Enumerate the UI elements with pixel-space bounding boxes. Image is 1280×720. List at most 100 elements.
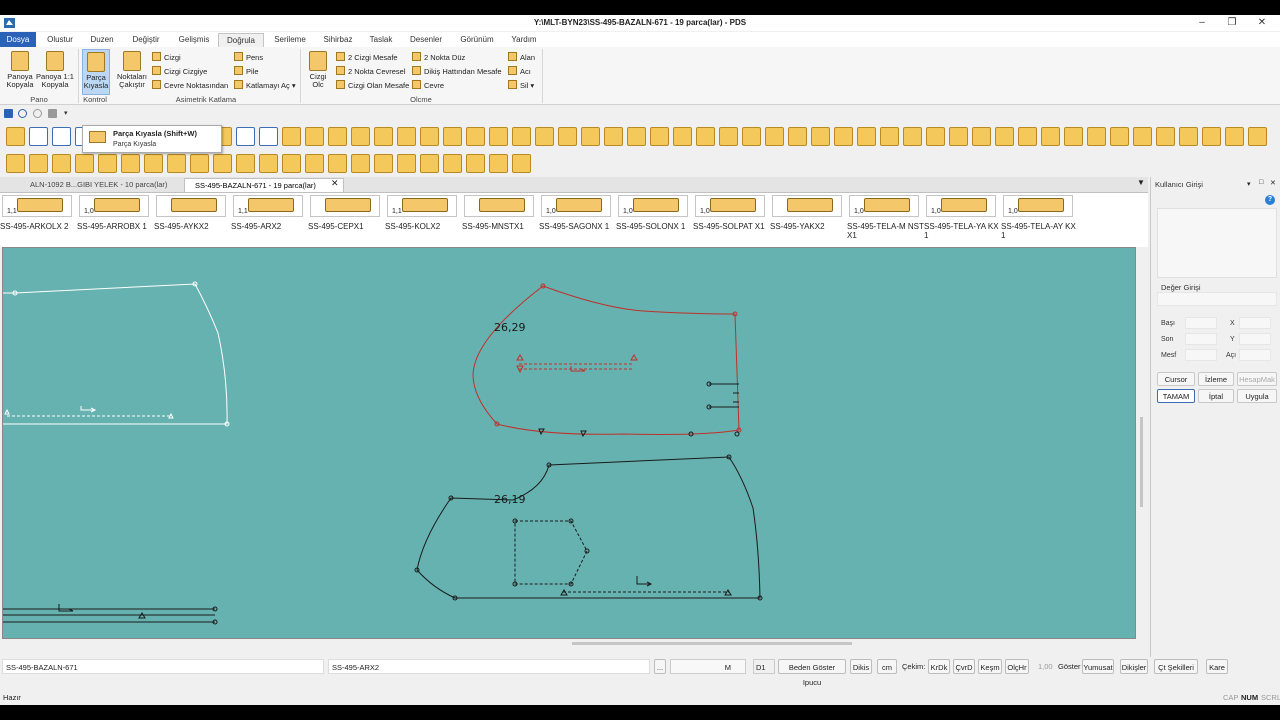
- angle-button[interactable]: Acı: [508, 65, 531, 78]
- toolbar-tool-icon[interactable]: [29, 127, 48, 146]
- toolbar-tool-icon[interactable]: [949, 127, 968, 146]
- area-button[interactable]: Alan: [508, 51, 535, 64]
- panel-dropdown-icon[interactable]: ▾: [1247, 180, 1251, 188]
- toolbar-tool-icon[interactable]: [811, 127, 830, 146]
- toolbar-tool-icon[interactable]: [305, 154, 324, 173]
- toolbar-tool-icon[interactable]: [420, 127, 439, 146]
- panel-pin-icon[interactable]: □: [1259, 179, 1263, 186]
- value-input[interactable]: [1157, 292, 1277, 306]
- d1-select[interactable]: D1: [753, 659, 775, 674]
- toolbar-tool-icon[interactable]: [627, 127, 646, 146]
- points-overlap-button[interactable]: Noktaları Çakıştır: [114, 49, 150, 95]
- pano-copy-11-button[interactable]: Panoya 1:1 Kopyala: [36, 49, 74, 95]
- menu-duzen[interactable]: Duzen: [84, 33, 120, 47]
- maximize-button[interactable]: ❐: [1220, 16, 1244, 30]
- izleme-button[interactable]: İzleme: [1198, 372, 1234, 386]
- toolbar-tool-icon[interactable]: [374, 127, 393, 146]
- toolbar-tool-icon[interactable]: [512, 154, 531, 173]
- piece-thumbnail[interactable]: 1,1 SS-495-ARX2: [231, 195, 305, 245]
- ct-sekilleri-button[interactable]: Çt Şekilleri: [1154, 659, 1198, 674]
- krdk-button[interactable]: KrDk: [928, 659, 950, 674]
- cursor-button[interactable]: Cursor: [1157, 372, 1195, 386]
- toolbar-tool-icon[interactable]: [29, 154, 48, 173]
- tabs-dropdown-icon[interactable]: ▼: [1137, 178, 1145, 187]
- toolbar-tool-icon[interactable]: [351, 127, 370, 146]
- menu-file[interactable]: Dosya: [0, 32, 36, 47]
- kesm-button[interactable]: Keşm: [978, 659, 1002, 674]
- toolbar-tool-icon[interactable]: [765, 127, 784, 146]
- toolbar-tool-icon[interactable]: [857, 127, 876, 146]
- toolbar-tool-icon[interactable]: [1225, 127, 1244, 146]
- part-compare-button[interactable]: Parça Kıyasla: [82, 49, 110, 95]
- toolbar-tool-icon[interactable]: [282, 127, 301, 146]
- piece-thumbnail[interactable]: SS-495-MNSTX1: [462, 195, 536, 245]
- toolbar-tool-icon[interactable]: [558, 127, 577, 146]
- toolbar-tool-icon[interactable]: [742, 127, 761, 146]
- two-points-straight-button[interactable]: 2 Nokta Düz: [412, 51, 465, 64]
- toolbar-tool-icon[interactable]: [420, 154, 439, 173]
- piece-thumbnail[interactable]: SS-495-AYKX2: [154, 195, 228, 245]
- redo-icon[interactable]: [33, 109, 42, 118]
- toolbar-tool-icon[interactable]: [581, 127, 600, 146]
- menu-yardim[interactable]: Yardım: [505, 33, 543, 47]
- toolbar-tool-icon[interactable]: [282, 154, 301, 173]
- fold-open-button[interactable]: Katlamayı Aç ▾: [234, 79, 296, 92]
- toolbar-tool-icon[interactable]: [1133, 127, 1152, 146]
- toolbar-tool-icon[interactable]: [466, 127, 485, 146]
- toolbar-tool-icon[interactable]: [236, 127, 255, 146]
- toolbar-tool-icon[interactable]: [926, 127, 945, 146]
- toolbar-tool-icon[interactable]: [489, 154, 508, 173]
- undo-icon[interactable]: [18, 109, 27, 118]
- tamam-button[interactable]: TAMAM: [1157, 389, 1195, 403]
- cvrd-button[interactable]: ÇvrD: [953, 659, 975, 674]
- toolbar-tool-icon[interactable]: [1018, 127, 1037, 146]
- pleat-button[interactable]: Pile: [234, 65, 259, 78]
- toolbar-tool-icon[interactable]: [351, 154, 370, 173]
- toolbar-tool-icon[interactable]: [903, 127, 922, 146]
- tab-close-icon[interactable]: ✕: [331, 178, 339, 189]
- toolbar-tool-icon[interactable]: [144, 154, 163, 173]
- piece-thumbnail[interactable]: 1,0 SS-495-TELA-AY KX1: [1001, 195, 1076, 245]
- menu-serileme[interactable]: Serileme: [268, 33, 312, 47]
- toolbar-tool-icon[interactable]: [443, 127, 462, 146]
- piece-thumbnail[interactable]: 1,0 SS-495-SOLPAT X1: [693, 195, 767, 245]
- quick-access-dropdown-icon[interactable]: ▾: [64, 109, 70, 118]
- toolbar-tool-icon[interactable]: [213, 154, 232, 173]
- beden-hint-button[interactable]: Beden Göster Ipucu: [778, 659, 846, 687]
- toolbar-tool-icon[interactable]: [535, 127, 554, 146]
- toolbar-tool-icon[interactable]: [328, 127, 347, 146]
- perimeter-button[interactable]: Cevre: [412, 79, 444, 92]
- seam-distance-button[interactable]: Dikiş Hattından Mesafe: [412, 65, 502, 78]
- piece-thumbnail[interactable]: 1,1 SS-495-ARKOLX 2: [0, 195, 74, 245]
- toolbar-tool-icon[interactable]: [236, 154, 255, 173]
- drawing-canvas[interactable]: 26,29 26,19: [2, 247, 1136, 639]
- two-lines-distance-button[interactable]: 2 Cizgi Mesafe: [336, 51, 398, 64]
- toolbar-tool-icon[interactable]: [1156, 127, 1175, 146]
- toolbar-tool-icon[interactable]: [259, 154, 278, 173]
- son-y-input[interactable]: [1239, 333, 1271, 345]
- piece-thumbnail[interactable]: 1,0 SS-495-SOLONX 1: [616, 195, 690, 245]
- piece-thumbnail[interactable]: 1,1 SS-495-KOLX2: [385, 195, 459, 245]
- toolbar-tool-icon[interactable]: [696, 127, 715, 146]
- dart-button[interactable]: Pens: [234, 51, 263, 64]
- yumusat-button[interactable]: Yumusat: [1082, 659, 1114, 674]
- pano-copy-button[interactable]: Panoya Kopyala: [4, 49, 36, 95]
- toolbar-tool-icon[interactable]: [328, 154, 347, 173]
- toolbar-tool-icon[interactable]: [673, 127, 692, 146]
- menu-sihirbaz[interactable]: Sihirbaz: [316, 33, 360, 47]
- panel-close-icon[interactable]: ✕: [1270, 179, 1276, 187]
- toolbar-tool-icon[interactable]: [98, 154, 117, 173]
- toolbar-tool-icon[interactable]: [167, 154, 186, 173]
- menu-gorunum[interactable]: Görünüm: [452, 33, 502, 47]
- kare-button[interactable]: Kare: [1206, 659, 1228, 674]
- help-icon[interactable]: ?: [1265, 195, 1275, 205]
- toolbar-tool-icon[interactable]: [397, 154, 416, 173]
- toolbar-tool-icon[interactable]: [190, 154, 209, 173]
- canvas-vertical-scrollbar[interactable]: [1138, 247, 1146, 639]
- size-select[interactable]: M: [670, 659, 746, 674]
- piece-thumbnail[interactable]: 1,0 SS-495-ARROBX 1: [77, 195, 151, 245]
- print-icon[interactable]: [48, 109, 57, 118]
- toolbar-tool-icon[interactable]: [374, 154, 393, 173]
- toolbar-tool-icon[interactable]: [604, 127, 623, 146]
- toolbar-tool-icon[interactable]: [1202, 127, 1221, 146]
